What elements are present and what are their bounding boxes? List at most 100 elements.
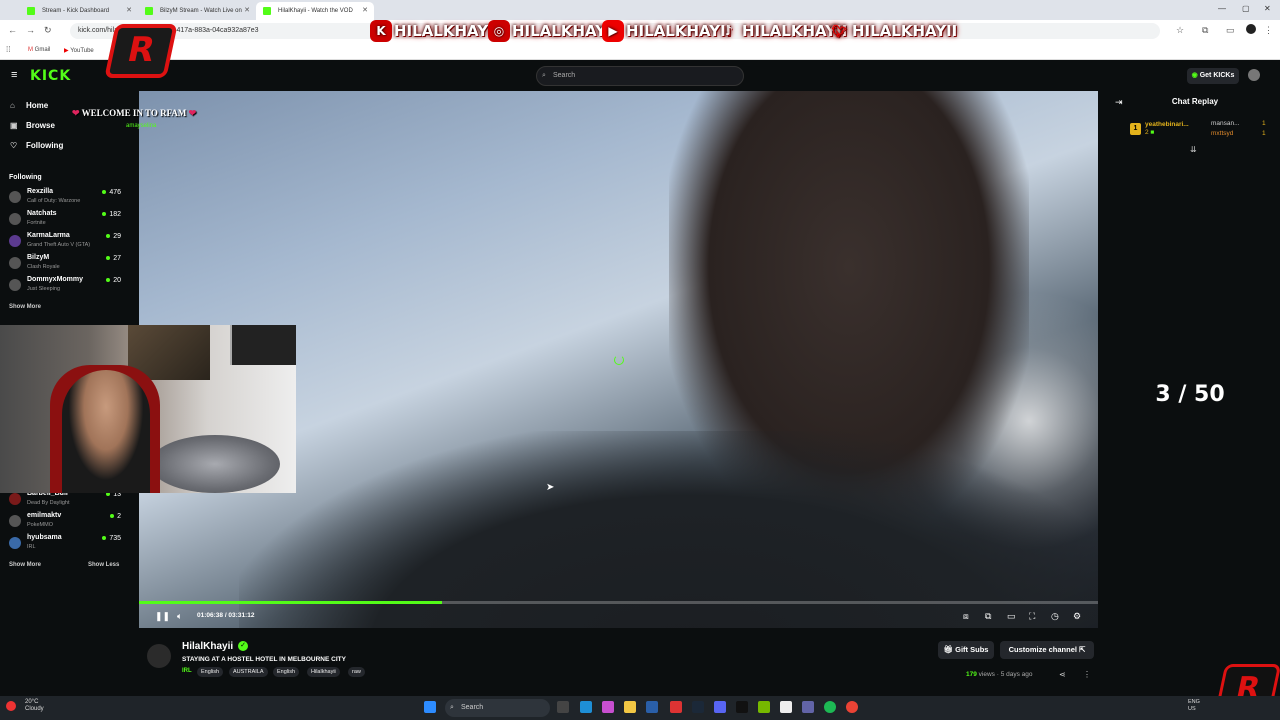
app-icon[interactable] <box>602 701 614 713</box>
sidepanel-icon[interactable]: ▭ <box>1226 25 1235 36</box>
spotify-icon[interactable] <box>824 701 836 713</box>
menu-icon[interactable]: ≡ <box>11 69 17 81</box>
profile-avatar[interactable] <box>1246 24 1256 34</box>
stream-tag[interactable]: AUSTRAILA <box>229 667 268 677</box>
settings-gear-icon[interactable]: ⚙ <box>1073 611 1081 622</box>
chat-username[interactable]: yeathebinari... <box>1145 121 1189 128</box>
teams-icon[interactable] <box>802 701 814 713</box>
channel-name: KarmaLarma <box>27 232 70 239</box>
gmail-icon: M <box>28 47 33 53</box>
close-tab-icon[interactable]: ✕ <box>362 6 368 14</box>
sidebar-channel[interactable]: BilzyM Clash Royale 27 <box>9 254 121 274</box>
stream-tag[interactable]: Hilalkhayii <box>307 667 340 677</box>
customize-channel-button[interactable]: Customize channel ⇱ <box>1000 641 1094 659</box>
forward-icon[interactable]: → <box>26 25 35 35</box>
weather-condition: Cloudy <box>25 706 44 712</box>
user-avatar[interactable] <box>1248 69 1260 81</box>
playback-speed-icon[interactable]: ◷ <box>1051 611 1059 622</box>
browser-tab-1[interactable]: Stream - Kick Dashboard ✕ <box>20 2 138 20</box>
chat-username[interactable]: mansan... <box>1211 120 1240 127</box>
weather-icon[interactable] <box>6 701 16 711</box>
nav-home[interactable]: ⌂ Home <box>10 101 48 110</box>
chrome-icon[interactable] <box>846 701 858 713</box>
viewer-count: 476 <box>102 189 121 196</box>
get-kicks-button[interactable]: ◉ Get KICKs <box>1187 68 1239 84</box>
sidebar-channel[interactable]: Natchats Fortnite 182 <box>9 210 121 230</box>
stream-tag[interactable]: English <box>273 667 300 677</box>
sidebar-channel[interactable]: hyubsama IRL 735 <box>9 534 121 554</box>
bookmark-youtube[interactable]: ▶ YouTube <box>64 47 94 54</box>
scroll-down-icon[interactable]: ⇊ <box>1190 145 1197 154</box>
webcam-overlay <box>0 325 296 493</box>
bookmark-star-icon[interactable]: ☆ <box>1176 25 1184 36</box>
app-icon[interactable] <box>780 701 792 713</box>
bookmark-gmail[interactable]: M Gmail <box>28 47 50 53</box>
steam-icon[interactable] <box>692 701 704 713</box>
apps-icon[interactable]: ⁞⁞ <box>6 45 10 54</box>
weather-widget[interactable]: 20°C Cloudy <box>25 699 44 713</box>
task-view-icon[interactable] <box>557 701 569 713</box>
stream-tag[interactable]: raw <box>348 667 365 677</box>
theater-mode-icon[interactable]: ▭ <box>1007 611 1016 622</box>
pause-icon[interactable]: ❚❚ <box>155 611 170 622</box>
chat-replay-message: 1 yeathebinari... 2 ■ mansan... 1 mxttsy… <box>1128 119 1273 139</box>
edge-icon[interactable] <box>580 701 592 713</box>
browser-tab-3[interactable]: HilalKhayii - Watch the VOD ✕ <box>256 2 374 20</box>
share-icon[interactable]: ⋖ <box>1059 670 1066 679</box>
reload-icon[interactable]: ↻ <box>44 25 52 36</box>
home-icon: ⌂ <box>10 101 15 110</box>
taskbar-search[interactable]: ⌕ Search <box>445 699 550 717</box>
nav-browse[interactable]: ▣ Browse <box>10 121 55 130</box>
customize-label: Customize channel <box>1008 645 1077 654</box>
gift-subs-button[interactable]: 🎁︎ Gift Subs <box>938 641 994 659</box>
viewer-count: 2 <box>110 513 121 520</box>
sidebar-channel[interactable]: Barbell_Bull Dead By Daylight 13 <box>9 490 121 510</box>
maximize-icon[interactable]: ▢ <box>1242 4 1250 13</box>
nvidia-icon[interactable] <box>758 701 770 713</box>
show-more-recommended[interactable]: Show More <box>9 562 41 568</box>
views-count: 179 <box>966 671 977 678</box>
get-kicks-label: Get KICKs <box>1199 72 1235 79</box>
show-less-button[interactable]: Show Less <box>88 562 119 568</box>
sidebar-channel[interactable]: Rexzilla Call of Duty: Warzone 476 <box>9 188 121 208</box>
browser-menu-icon[interactable]: ⋮ <box>1264 25 1273 36</box>
fullscreen-icon[interactable]: ⛶ <box>1029 611 1035 622</box>
streamer-avatar[interactable] <box>147 644 171 668</box>
browser-tab-2[interactable]: BilzyM Stream - Watch Live on ✕ <box>138 2 256 20</box>
back-icon[interactable]: ← <box>8 25 17 35</box>
kick-logo[interactable]: KICK <box>30 68 71 84</box>
sidebar-channel[interactable]: emilmaktv PokeMMO 2 <box>9 512 121 532</box>
system-tray-language[interactable]: ENG US <box>1188 699 1200 713</box>
streamer-name[interactable]: HilalKhayii <box>182 641 233 652</box>
sidebar-channel[interactable]: KarmaLarma Grand Theft Auto V (GTA) 29 <box>9 232 121 252</box>
more-options-icon[interactable]: ⋮ <box>1083 670 1091 679</box>
chat-username[interactable]: mxttsyd <box>1211 130 1233 137</box>
close-window-icon[interactable]: ✕ <box>1264 4 1271 13</box>
clip-icon[interactable]: ⧉ <box>985 611 991 622</box>
extensions-icon[interactable]: ⧉ <box>1202 25 1208 36</box>
social-handles-banner: K HILALKHAYII ◎ HILALKHAYII ▶ HILALKHAYII ♪… <box>370 15 957 47</box>
search-input[interactable]: ⌕ Search <box>536 66 744 86</box>
channel-game: Call of Duty: Warzone <box>27 198 81 204</box>
view-stats: 179 views · 5 days ago <box>966 671 1033 678</box>
discord-icon[interactable] <box>714 701 726 713</box>
stream-category[interactable]: IRL <box>182 668 192 674</box>
file-explorer-icon[interactable] <box>624 701 636 713</box>
stream-tag[interactable]: English <box>197 667 224 677</box>
show-more-following[interactable]: Show More <box>9 304 41 310</box>
streamer-webcam <box>62 370 150 493</box>
sidebar-channel[interactable]: DommyxMommy Just Sleeping 20 <box>9 276 121 296</box>
windows-start-icon[interactable] <box>424 701 436 713</box>
volume-icon[interactable]: 🔈︎ <box>177 611 182 622</box>
close-tab-icon[interactable]: ✕ <box>244 6 250 14</box>
chat-count: 2 ■ <box>1145 129 1155 136</box>
miniplayer-icon[interactable]: ⧈ <box>963 611 969 622</box>
nav-following[interactable]: ♡ Following <box>10 141 63 150</box>
minimize-icon[interactable]: — <box>1218 4 1226 13</box>
verified-badge-icon: ✓ <box>238 641 248 651</box>
close-tab-icon[interactable]: ✕ <box>126 6 132 14</box>
store-icon[interactable] <box>646 701 658 713</box>
app-icon[interactable] <box>670 701 682 713</box>
heart-icon: ❤ <box>72 108 80 118</box>
terminal-icon[interactable] <box>736 701 748 713</box>
